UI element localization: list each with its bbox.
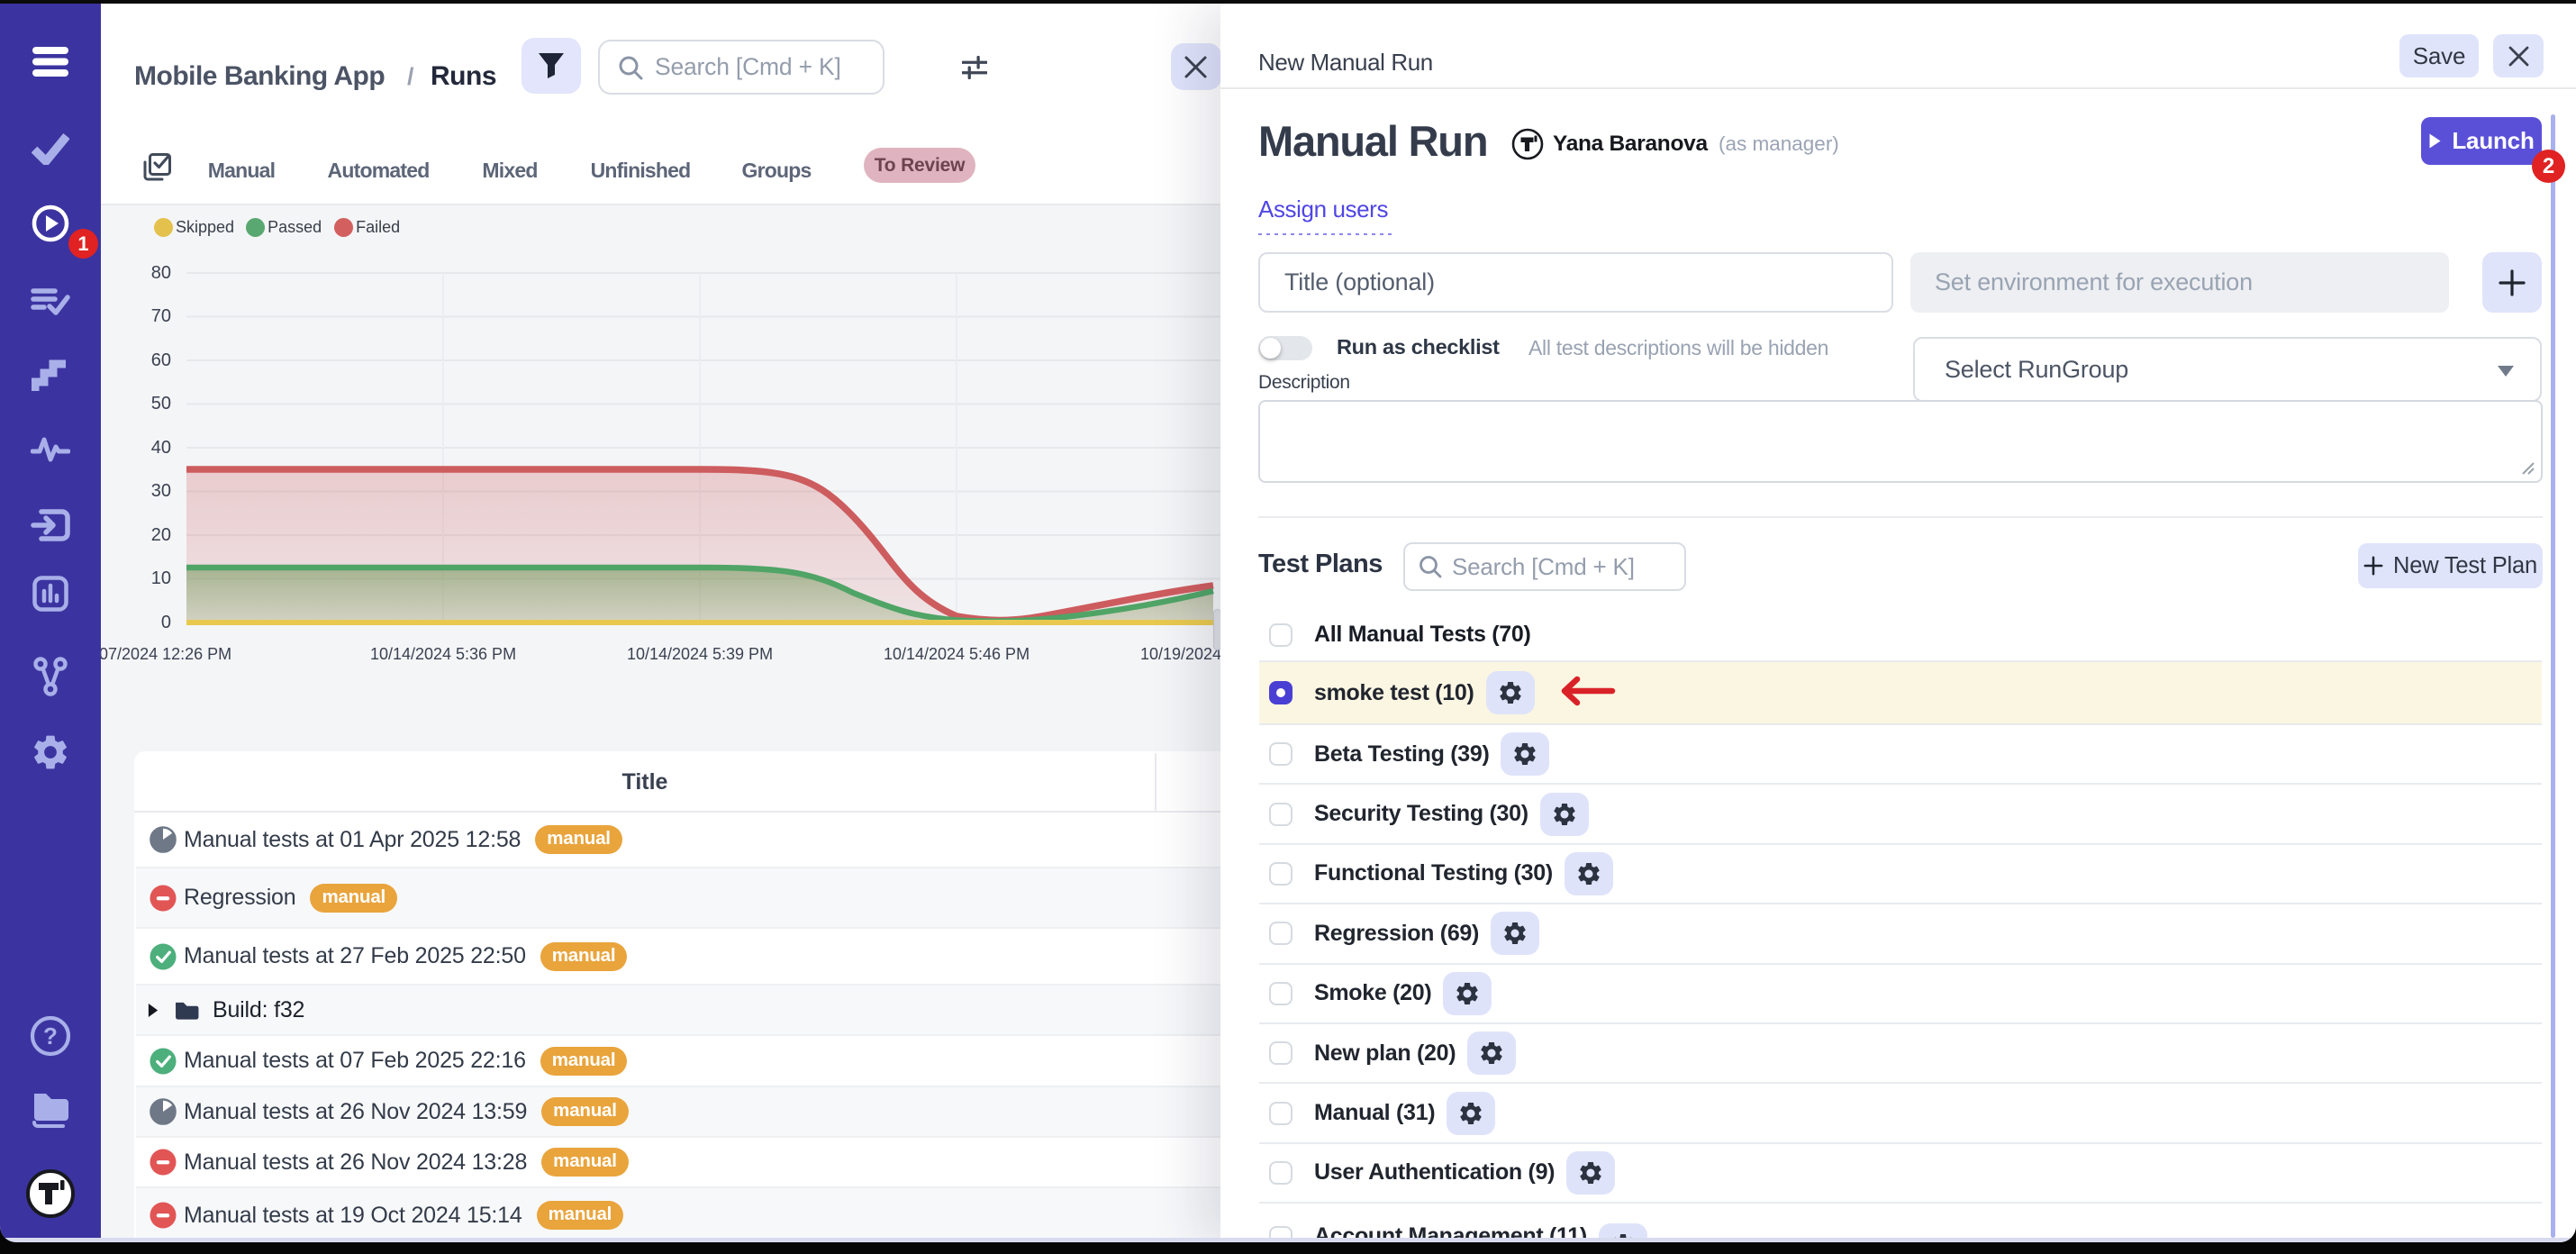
svg-text:?: ? <box>43 1022 58 1050</box>
